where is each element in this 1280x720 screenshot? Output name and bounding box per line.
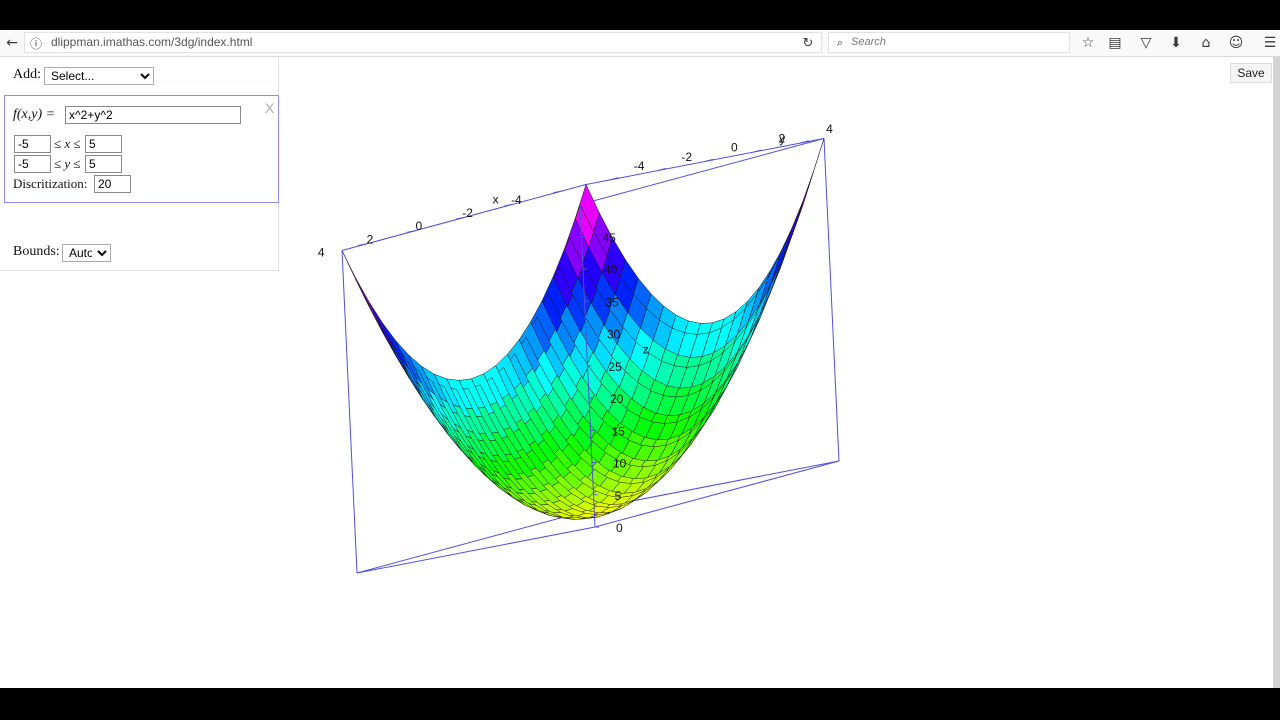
x-tick-label: 4 [318, 246, 325, 260]
box-edge [341, 250, 358, 574]
y-tick-label: -2 [681, 150, 692, 164]
z-tick-label: 0 [616, 521, 623, 535]
y-tick-label: 4 [826, 122, 833, 136]
x-axis-label: x [493, 193, 499, 207]
x-tick-label: 2 [367, 232, 374, 246]
y-tick-label: 0 [731, 141, 738, 155]
box-edge [823, 138, 840, 462]
browser-window: ← ⓘ dlippman.imathas.com/3dg/index.html … [0, 30, 1280, 688]
z-tick-label: 30 [607, 328, 621, 342]
surface-patch [355, 277, 383, 331]
z-tick-label: 20 [610, 392, 624, 406]
y-axis-label: y [779, 132, 785, 146]
z-tick-label: 15 [612, 424, 626, 438]
z-tick-label: 25 [609, 360, 623, 374]
z-tick-label: 5 [615, 489, 622, 503]
z-axis-label: z [643, 343, 649, 357]
x-tick-label: -4 [511, 193, 522, 207]
z-tick-label: 10 [613, 457, 627, 471]
z-tick-label: 35 [606, 295, 620, 309]
box-edge [579, 138, 825, 205]
surface-mesh [341, 138, 825, 520]
x-tick-label: 0 [415, 219, 422, 233]
surface-patch [382, 322, 410, 370]
y-tick-label: -4 [634, 159, 645, 173]
x-tick-label: -2 [462, 206, 473, 220]
z-tick-label: 40 [604, 263, 618, 277]
surface-patch [368, 301, 397, 352]
box-edge [356, 526, 596, 574]
surface-plot[interactable]: 420-2-4x-4-2024y051015202530354045z [0, 30, 1280, 688]
surface-patch [341, 250, 370, 307]
z-tick-label: 45 [603, 231, 617, 245]
